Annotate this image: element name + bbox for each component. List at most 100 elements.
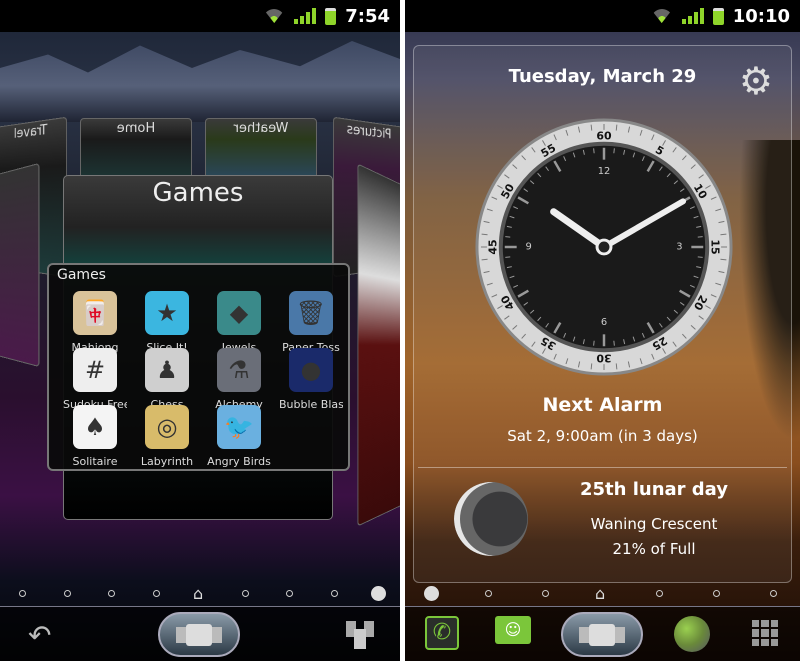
wifi-icon [263,9,285,23]
bezel-tick [590,124,593,131]
signal-icon [681,8,704,24]
next-alarm-detail: Sat 2, 9:00am (in 3 days) [507,427,698,445]
analog-clock: 6051015202530354045505512369 [475,118,733,376]
page-dot[interactable] [19,590,26,597]
screens-icon [186,623,212,646]
date-label: Tuesday, March 29 [508,66,697,87]
bezel-tick [590,363,593,370]
moon-phase-icon [454,482,528,556]
card-title: Weather [233,121,289,136]
clock-widget[interactable]: Tuesday, March 29 ⚙ 60 5 10 15 20 25 30 35 40 45 5… [413,45,792,583]
browser-globe-icon[interactable] [674,616,710,652]
bezel-tick [615,124,618,131]
dial-tick [697,236,703,238]
back-icon[interactable]: ↶ [28,619,51,652]
screens-overview-icon[interactable] [346,621,374,649]
right-phone-screen: 10:10 Tuesday, March 29 ⚙ 60 5 10 15 20 25 30 3… [405,0,800,661]
games-folder: Games 🀄Mahjong★Slice It!◆Jewels🗑Paper To… [47,263,350,471]
next-alarm-title: Next Alarm [542,394,663,416]
app-jewels[interactable]: ◆Jewels [203,291,275,354]
status-bar: 7:54 [0,0,400,32]
dial-tick [593,148,595,154]
page-dot[interactable] [108,590,115,597]
page-dot-active[interactable] [424,586,439,601]
app-paper-toss[interactable]: 🗑Paper Toss [275,291,347,354]
dial-tick [613,340,615,346]
current-screen-title: Games [152,178,244,208]
page-dot[interactable] [542,590,549,597]
divider [418,467,787,468]
phone-icon[interactable]: ✆ [425,616,459,650]
page-indicator[interactable]: ⌂ [405,584,800,604]
app-solitaire[interactable]: ♠ Solitaire [59,405,131,468]
moon-illumination: 21% of Full [612,540,696,558]
battery-icon [712,7,724,25]
status-time: 10:10 [732,5,790,27]
side-screen-right[interactable] [357,163,400,527]
mahjong-tile-icon: 🀄 [73,291,117,335]
folder-title: Games [57,267,106,283]
app-label: Solitaire [72,455,118,468]
home-page-icon[interactable]: ⌂ [193,584,203,603]
bezel-tick [615,363,618,370]
app-label: Angry Birds [207,455,271,468]
app-angry-birds[interactable]: 🐦 Angry Birds [203,405,275,468]
app-label: Labyrinth [140,455,194,468]
card-title: Travel [13,122,48,142]
page-dot[interactable] [713,590,720,597]
screen-switcher-button[interactable] [561,612,643,657]
dial-tick [613,148,615,154]
side-screen-left[interactable] [0,162,40,368]
page-dot-active[interactable] [371,586,386,601]
app-label: Bubble Blast [279,398,343,411]
paper-toss-bin-icon: 🗑 [289,291,333,335]
messaging-icon[interactable]: ☺ [495,616,531,644]
dock: ✆ ☺ [405,606,800,661]
battery-icon [325,7,337,25]
page-dot[interactable] [241,590,249,597]
dial-label: 6 [601,317,607,328]
app-bubble-blast[interactable]: ● Bubble Blast [275,348,347,411]
app-alchemy[interactable]: ⚗Alchemy [203,348,275,411]
angry-birds-icon: 🐦 [217,405,261,449]
page-indicator[interactable]: ⌂ [0,584,400,604]
page-dot[interactable] [152,590,160,597]
settings-gear-icon[interactable]: ⚙ [739,62,773,100]
alchemy-flask-icon: ⚗ [217,348,261,392]
home-page-icon[interactable]: ⌂ [595,584,605,603]
bezel-label: 15 [709,239,722,254]
lunar-day: 25th lunar day [579,479,729,500]
screens-icon [589,623,615,646]
dial-label: 12 [598,166,611,177]
bezel-tick [720,258,727,261]
dial-tick [505,236,511,238]
bezel-label: 45 [486,239,499,254]
page-dot[interactable] [770,590,777,597]
app-labyrinth[interactable]: ◎ Labyrinth [131,405,203,468]
page-dot[interactable] [330,590,338,597]
left-phone-screen: 7:54 Travel Home Weather Pictures Games … [0,0,400,661]
page-dot[interactable] [485,590,492,597]
app-drawer-icon[interactable] [752,620,778,646]
app-sudoku-free[interactable]: #Sudoku Free [59,348,131,411]
dial-tick [697,256,703,258]
mountain-wallpaper [0,41,400,122]
dock: ↶ [0,606,400,661]
labyrinth-maze-icon: ◎ [145,405,189,449]
page-dot[interactable] [656,590,663,597]
bubble-shooter-icon: ● [289,348,333,392]
app-chess[interactable]: ♟Chess [131,348,203,411]
bezel-tick [481,233,488,236]
card-title: Pictures [346,121,392,143]
slice-it-star-icon: ★ [145,291,189,335]
app-mahjong[interactable]: 🀄Mahjong [59,291,131,354]
page-dot[interactable] [63,590,71,597]
bezel-label: 30 [596,352,612,365]
page-dot[interactable] [286,590,293,597]
bezel-tick [720,233,727,236]
wifi-icon [651,9,673,23]
dial-label: 9 [525,242,531,253]
dial-label: 3 [676,242,682,253]
screen-switcher-button[interactable] [158,612,240,657]
app-slice-it[interactable]: ★Slice It! [131,291,203,354]
